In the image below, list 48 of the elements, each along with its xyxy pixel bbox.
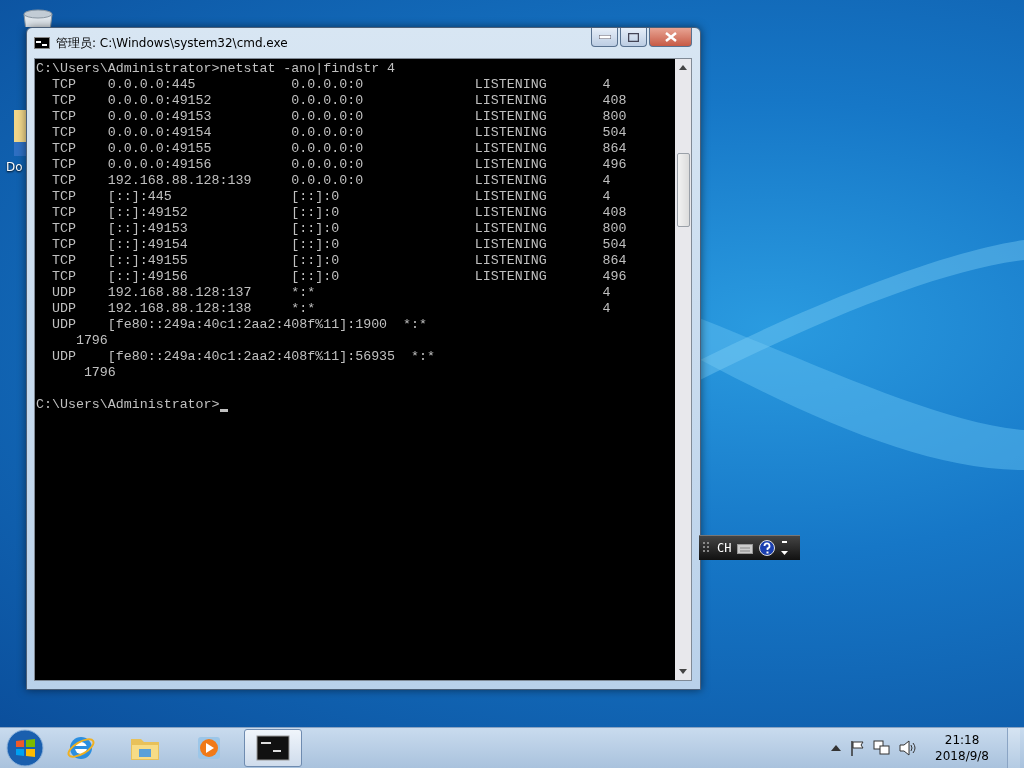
minimize-button[interactable]	[591, 28, 618, 47]
console-line: 1796	[82, 365, 116, 381]
clock[interactable]: 21:18 2018/9/8	[925, 732, 999, 764]
show-hidden-icons-icon[interactable]	[831, 745, 842, 751]
console-line: UDP [fe80::249a:40c1:2aa2:408f%11]:56935 *:*	[50, 349, 435, 365]
close-icon	[664, 32, 677, 42]
keyboard-icon[interactable]	[737, 542, 754, 554]
network-icon[interactable]	[873, 740, 892, 756]
console-line: C:\Users\Administrator>netstat -ano|findstr 4	[36, 61, 396, 77]
console-line: TCP 192.168.88.128:139 0.0.0.0:0 LISTENING 4	[50, 173, 611, 189]
scroll-thumb[interactable]	[676, 152, 690, 227]
maximize-icon	[628, 32, 639, 42]
console-line: C:\Users\Administrator>	[36, 397, 220, 413]
console-line: UDP 192.168.88.128:137 *:* 4	[50, 285, 611, 301]
console-line: UDP [fe80::249a:40c1:2aa2:408f%11]:1900 *:*	[50, 317, 427, 333]
language-indicator[interactable]: CH	[717, 541, 732, 555]
help-icon[interactable]	[759, 540, 776, 556]
scroll-down-icon[interactable]	[679, 669, 687, 674]
console-line: TCP [::]:49153 [::]:0 LISTENING 800	[50, 221, 627, 237]
console-line: TCP [::]:49155 [::]:0 LISTENING 864	[50, 253, 627, 269]
console-line: TCP 0.0.0.0:445 0.0.0.0:0 LISTENING 4	[50, 77, 611, 93]
console-line: TCP 0.0.0.0:49152 0.0.0.0:0 LISTENING 408	[50, 93, 627, 109]
text-cursor	[219, 409, 228, 412]
grip-icon[interactable]	[703, 542, 711, 554]
options-icon[interactable]	[781, 540, 789, 556]
start-button[interactable]	[4, 728, 46, 768]
terminal-icon	[256, 735, 290, 761]
taskbar-button[interactable]	[244, 729, 302, 767]
console-line: 1796	[74, 333, 108, 349]
flag-icon[interactable]	[849, 740, 866, 756]
desktop-icon-label: Do	[6, 160, 23, 174]
console-line: TCP 0.0.0.0:49155 0.0.0.0:0 LISTENING 864	[50, 141, 627, 157]
scrollbar[interactable]	[675, 59, 691, 680]
console-line: TCP [::]:49154 [::]:0 LISTENING 504	[50, 237, 627, 253]
console-line: TCP 0.0.0.0:49153 0.0.0.0:0 LISTENING 800	[50, 109, 627, 125]
scroll-up-icon[interactable]	[679, 65, 687, 70]
window-title: 管理员: C:\Windows\system32\cmd.exe	[56, 34, 289, 52]
console-icon	[34, 37, 50, 49]
console-line: TCP 0.0.0.0:49156 0.0.0.0:0 LISTENING 496	[50, 157, 627, 173]
speaker-icon[interactable]	[899, 740, 918, 756]
console-line: TCP 0.0.0.0:49154 0.0.0.0:0 LISTENING 504	[50, 125, 627, 141]
console-line: TCP [::]:445 [::]:0 LISTENING 4	[50, 189, 611, 205]
maximize-button[interactable]	[620, 28, 647, 47]
console-line: TCP [::]:49152 [::]:0 LISTENING 408	[50, 205, 627, 221]
console-line: TCP [::]:49156 [::]:0 LISTENING 496	[50, 269, 627, 285]
console-line: UDP 192.168.88.128:138 *:* 4	[50, 301, 611, 317]
close-button[interactable]	[649, 28, 692, 47]
minimize-icon	[598, 35, 611, 39]
